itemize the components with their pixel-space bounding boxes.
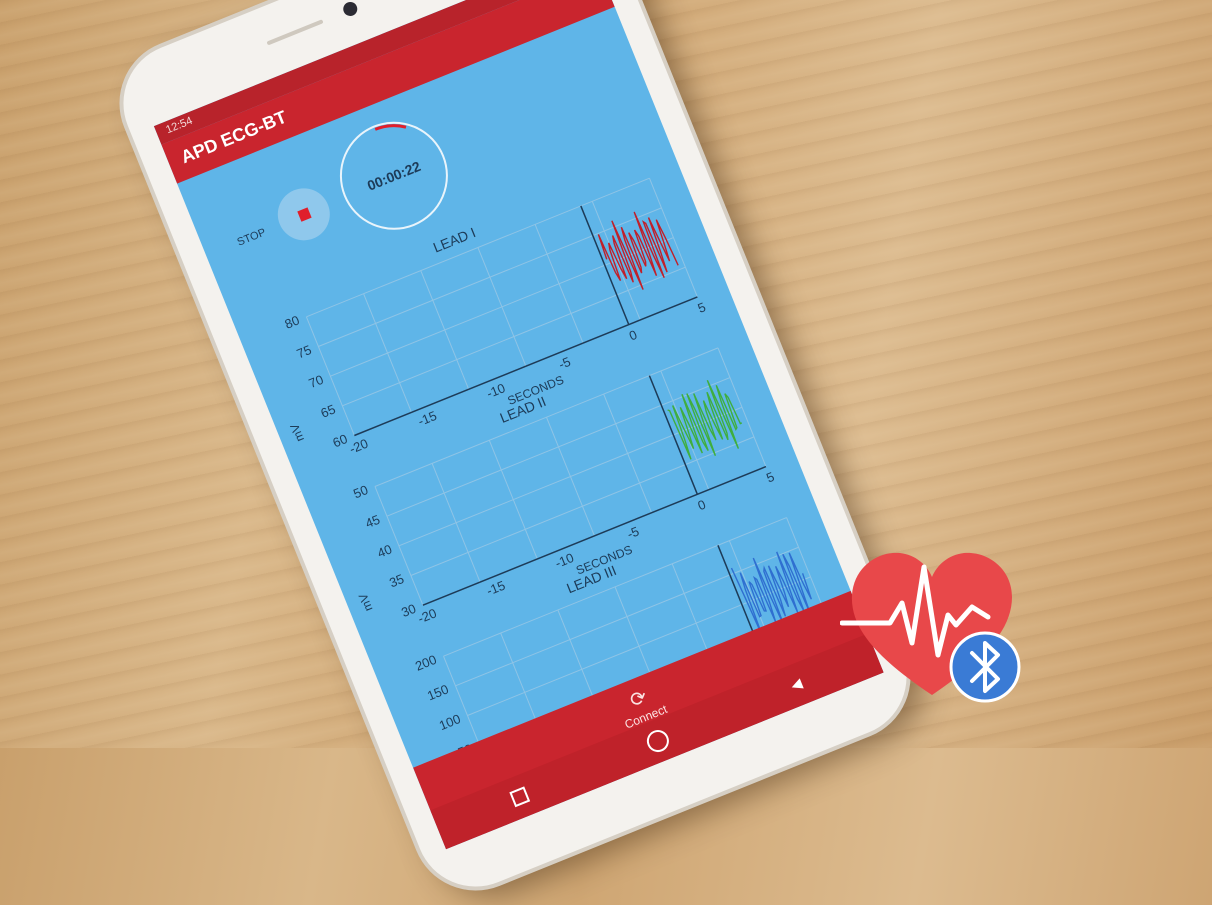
front-camera <box>341 0 360 19</box>
y-tick-label: 150 <box>425 681 451 703</box>
x-tick-label: -20 <box>347 436 370 457</box>
ecg-trace <box>667 379 743 460</box>
y-tick-label: 60 <box>331 431 350 450</box>
recording-timer: 00:00:22 <box>323 105 465 247</box>
stop-label: STOP <box>235 226 268 249</box>
x-tick-label: 5 <box>764 469 776 486</box>
y-tick-label: 35 <box>387 571 406 590</box>
earpiece-speaker <box>266 19 324 46</box>
recents-square-icon[interactable] <box>509 786 531 808</box>
back-triangle-icon[interactable]: ◀ <box>788 675 804 695</box>
y-tick-label: 45 <box>363 512 382 531</box>
x-tick-label: 0 <box>695 497 707 514</box>
x-tick-label: -5 <box>625 524 641 542</box>
x-tick-label: -15 <box>484 578 507 599</box>
x-tick-label: 0 <box>627 327 639 344</box>
y-tick-label: 70 <box>307 372 326 391</box>
y-tick-label: 75 <box>295 342 314 361</box>
heart-ecg-bluetooth-icon <box>840 552 1021 703</box>
y-tick-label: 40 <box>375 541 394 560</box>
y-axis-label: mV <box>287 422 307 444</box>
ecg-trace <box>597 211 679 290</box>
stop-button[interactable] <box>269 180 338 249</box>
x-tick-label: -20 <box>416 605 439 626</box>
y-tick-label: 65 <box>319 401 338 420</box>
x-tick-label: 5 <box>696 299 708 316</box>
x-tick-label: -5 <box>556 354 572 372</box>
x-tick-label: -15 <box>416 408 439 429</box>
x-tick-label: -10 <box>484 380 507 401</box>
home-circle-icon[interactable] <box>643 726 673 756</box>
y-tick-label: 30 <box>399 601 418 620</box>
y-axis-label: mV <box>356 591 376 613</box>
y-tick-label: 100 <box>437 711 463 733</box>
stop-icon <box>297 207 312 222</box>
x-tick-label: -10 <box>553 550 576 571</box>
